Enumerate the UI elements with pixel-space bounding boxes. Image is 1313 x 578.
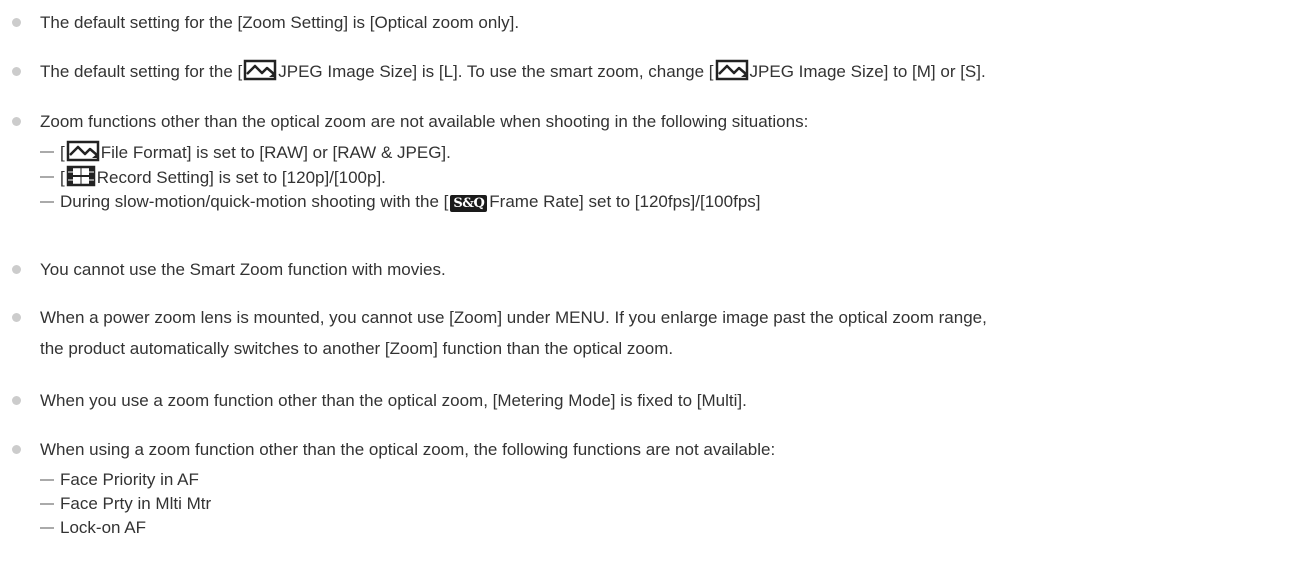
item-text: Face Prty in Mlti Mtr	[60, 494, 212, 513]
item-prefix: During slow-motion/quick-motion shooting…	[60, 192, 449, 211]
list-item-face-priority-af: Face Priority in AF	[40, 468, 775, 492]
note-zoom-setting-default: The default setting for the [Zoom Settin…	[0, 8, 519, 37]
note-metering-mode: When you use a zoom function other than …	[0, 386, 747, 415]
bullet-icon	[12, 265, 21, 274]
dash-icon	[40, 527, 54, 529]
note-zoom-unavailable-situations: Zoom functions other than the optical zo…	[0, 107, 808, 214]
dash-icon	[40, 151, 54, 153]
list-item-slow-quick-motion: During slow-motion/quick-motion shooting…	[40, 190, 808, 214]
photo-mode-icon	[243, 59, 277, 81]
list-item-face-prty-mlti-mtr: Face Prty in Mlti Mtr	[40, 492, 775, 516]
bullet-icon	[12, 313, 21, 322]
s-and-q-icon: S&Q	[450, 195, 488, 212]
note-text: When you use a zoom function other than …	[40, 391, 747, 410]
list-item-record-setting: [ Record Setting] is set to [120p]/[100p]…	[40, 165, 808, 190]
list-item-file-format: [ File Format] is set to [RAW] or [RAW & …	[40, 140, 808, 165]
note-text-line-2: the product automatically switches to an…	[40, 339, 674, 358]
note-power-zoom-lens: When a power zoom lens is mounted, you c…	[0, 303, 987, 363]
list-item-lock-on-af: Lock-on AF	[40, 516, 775, 540]
note-text: JPEG Image Size] to [M] or [S].	[749, 62, 986, 81]
note-text: Zoom functions other than the optical zo…	[40, 112, 809, 131]
photo-mode-icon	[66, 140, 99, 162]
dash-icon	[40, 479, 54, 481]
item-text: Lock-on AF	[60, 518, 146, 537]
item-text: Face Priority in AF	[60, 470, 199, 489]
note-text: You cannot use the Smart Zoom function w…	[40, 260, 446, 279]
note-unavailable-functions: When using a zoom function other than th…	[0, 435, 775, 540]
situations-list: [ File Format] is set to [RAW] or [RAW & …	[40, 140, 808, 214]
bullet-icon	[12, 445, 21, 454]
dash-icon	[40, 503, 54, 505]
movie-mode-icon	[66, 165, 95, 187]
dash-icon	[40, 176, 54, 178]
bullet-icon	[12, 67, 21, 76]
item-text: Frame Rate] set to [120fps]/[100fps]	[489, 192, 761, 211]
item-text: Record Setting] is set to [120p]/[100p].	[96, 168, 386, 187]
note-text: When using a zoom function other than th…	[40, 440, 776, 459]
item-prefix: [	[60, 143, 65, 162]
item-text: File Format] is set to [RAW] or [RAW & J…	[100, 143, 451, 162]
note-smart-zoom-movies: You cannot use the Smart Zoom function w…	[0, 255, 446, 284]
note-text: The default setting for the [	[40, 62, 243, 81]
item-prefix: [	[60, 168, 65, 187]
bullet-icon	[12, 117, 21, 126]
dash-icon	[40, 201, 54, 203]
bullet-icon	[12, 396, 21, 405]
note-text: JPEG Image Size] is [L]. To use the smar…	[278, 62, 714, 81]
photo-mode-icon	[715, 59, 748, 81]
bullet-icon	[12, 18, 21, 27]
note-text: The default setting for the [Zoom Settin…	[40, 13, 520, 32]
note-jpeg-image-size-default: The default setting for the [ JPEG Image …	[0, 57, 986, 86]
note-text-line-1: When a power zoom lens is mounted, you c…	[40, 308, 987, 327]
unavailable-functions-list: Face Priority in AF Face Prty in Mlti Mt…	[40, 468, 775, 540]
